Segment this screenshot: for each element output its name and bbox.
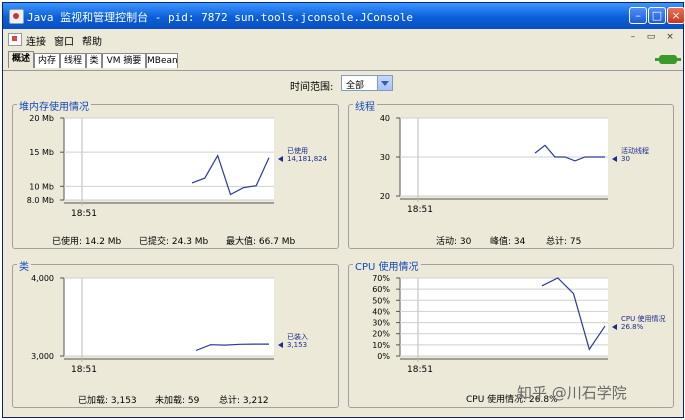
tab-classes[interactable]: 类 xyxy=(86,53,102,68)
menu-help[interactable]: 帮助 xyxy=(82,33,102,48)
tab-memory[interactable]: 内存 xyxy=(34,53,60,68)
heap-y-tick-label: 8.0 Mb xyxy=(27,196,54,205)
cpu-legend-value: 26.8% xyxy=(621,323,644,331)
cpu-legend-name: CPU 使用情况 xyxy=(621,315,666,323)
chevron-down-icon[interactable] xyxy=(377,76,392,90)
classes-x-tick-label: 18:51 xyxy=(71,365,97,375)
cpu-y-tick-label: 40% xyxy=(372,307,390,316)
tab-mbean[interactable]: MBean xyxy=(146,53,178,68)
heap-stat-used: 已使用: 14.2 Mb xyxy=(52,237,122,247)
time-range-label: 时间范围: xyxy=(290,82,334,93)
threads-stat-total: 总计: 75 xyxy=(546,237,582,247)
cpu-y-tick-label: 10% xyxy=(372,341,390,350)
tab-bar: 概述 内存 线程 类 VM 摘要 MBean xyxy=(3,50,683,71)
time-range-select[interactable]: 全部 xyxy=(341,75,393,91)
tab-threads[interactable]: 线程 xyxy=(60,53,86,68)
heap-y-tick-label: 10 Mb xyxy=(29,182,54,191)
legend-marker-icon xyxy=(612,324,617,330)
heap-legend: 已使用 14,181,824 xyxy=(278,147,327,163)
window-title: Java 监视和管理控制台 - pid: 7872 sun.tools.jcon… xyxy=(27,11,414,24)
classes-y-tick-label: 4,000 xyxy=(31,274,54,283)
heap-stat-max: 最大值: 66.7 Mb xyxy=(226,237,296,247)
threads-y-tick-label: 20 xyxy=(380,192,390,201)
classes-stat-total: 总计: 3,212 xyxy=(219,396,269,406)
threads-legend: 活动线程 30 xyxy=(612,147,649,163)
cpu-y-tick-label: 0% xyxy=(377,352,390,361)
cpu-legend: CPU 使用情况 26.8% xyxy=(612,315,665,331)
threads-chart: 18:51 40 30 20 xyxy=(380,114,608,215)
heap-stat-committed: 已提交: 24.3 Mb xyxy=(139,237,209,247)
classes-stat-unloaded: 未加载: 59 xyxy=(155,396,200,406)
cpu-y-tick-label: 30% xyxy=(372,319,390,328)
mdi-close-icon[interactable]: × xyxy=(664,32,676,44)
minimize-button[interactable]: – xyxy=(629,7,647,24)
title-bar: Java 监视和管理控制台 - pid: 7872 sun.tools.jcon… xyxy=(3,3,685,29)
threads-x-tick-label: 18:51 xyxy=(407,205,433,215)
mdi-restore-icon[interactable]: ▭ xyxy=(645,32,657,44)
cpu-y-tick-label: 60% xyxy=(372,285,390,294)
legend-marker-icon xyxy=(278,156,283,162)
threads-legend-name: 活动线程 xyxy=(621,147,649,155)
tab-overview[interactable]: 概述 xyxy=(8,51,34,68)
heap-x-tick-label: 18:51 xyxy=(71,209,97,219)
heap-y-tick-label: 15 Mb xyxy=(29,148,54,157)
classes-legend: 已装入 3,153 xyxy=(278,333,308,349)
mdi-minimize-icon[interactable]: – xyxy=(627,32,639,44)
heap-legend-value: 14,181,824 xyxy=(287,155,328,163)
time-range-value: 全部 xyxy=(346,81,365,91)
java-icon xyxy=(8,33,22,46)
menu-window[interactable]: 窗口 xyxy=(54,33,74,48)
classes-legend-name: 已装入 xyxy=(287,333,308,341)
cpu-y-tick-label: 70% xyxy=(372,274,390,283)
cpu-y-tick-label: 50% xyxy=(372,296,390,305)
connection-status-icon xyxy=(655,55,681,64)
menu-connect[interactable]: 连接 xyxy=(26,33,46,48)
menu-bar: 连接 窗口 帮助 xyxy=(3,30,683,48)
cpu-x-tick-label: 18:51 xyxy=(407,365,433,375)
heap-chart: 18:51 20 Mb 15 Mb 10 Mb 8.0 Mb xyxy=(27,114,274,219)
threads-stat-peak: 峰值: 34 xyxy=(490,237,526,247)
threads-legend-value: 30 xyxy=(621,155,630,163)
close-button[interactable]: × xyxy=(667,7,685,24)
tab-vm-summary[interactable]: VM 摘要 xyxy=(102,53,146,68)
legend-marker-icon xyxy=(612,156,617,162)
threads-y-tick-label: 30 xyxy=(380,153,390,162)
threads-stat-live: 活动: 30 xyxy=(436,237,472,247)
watermark: 知乎 @川石学院 xyxy=(517,384,627,402)
cpu-plot-area xyxy=(400,278,608,356)
maximize-button[interactable]: □ xyxy=(648,7,666,24)
heap-legend-name: 已使用 xyxy=(287,147,308,155)
classes-y-tick-label: 3,000 xyxy=(31,352,54,361)
cpu-y-tick-label: 20% xyxy=(372,330,390,339)
legend-marker-icon xyxy=(278,342,283,348)
classes-legend-value: 3,153 xyxy=(287,341,308,349)
heap-y-tick-label: 20 Mb xyxy=(29,114,54,123)
threads-y-tick-label: 40 xyxy=(380,114,390,123)
classes-stat-loaded: 已加载: 3,153 xyxy=(78,396,137,406)
app-icon xyxy=(9,9,24,24)
